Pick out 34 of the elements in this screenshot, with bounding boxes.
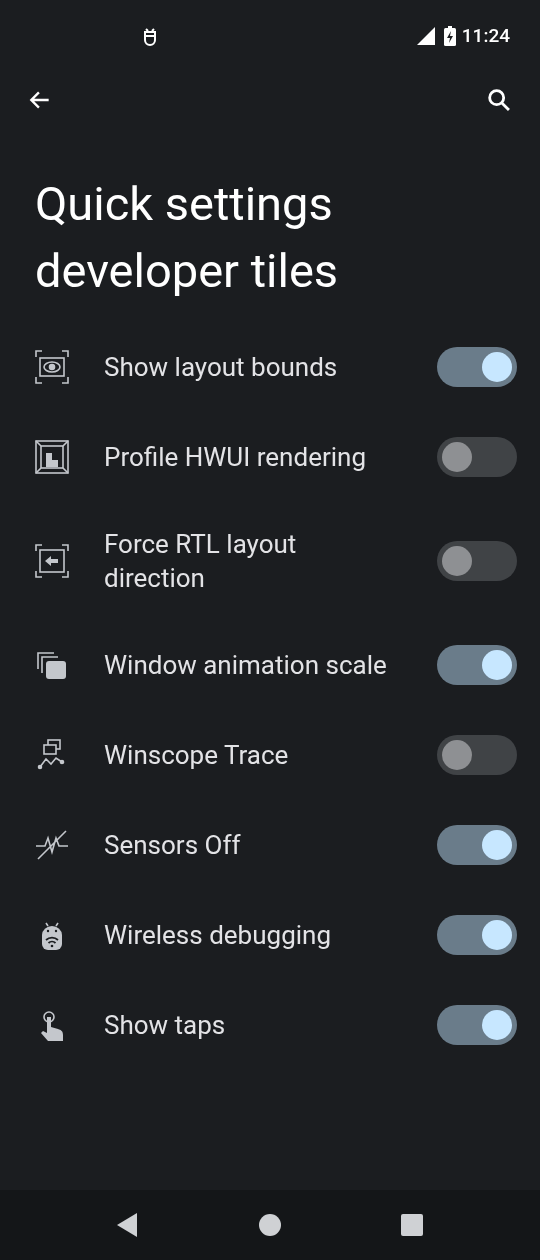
tile-label: Show taps bbox=[104, 1009, 227, 1042]
tile-label: Force RTL layout direction bbox=[104, 528, 298, 595]
toggle-switch[interactable] bbox=[437, 437, 517, 477]
toggle-switch[interactable] bbox=[437, 825, 517, 865]
tile-label: Sensors Off bbox=[104, 829, 242, 862]
tile-setting-row[interactable]: Force RTL layout direction bbox=[0, 502, 540, 620]
tile-label: Show layout bounds bbox=[104, 351, 339, 384]
tile-setting-row[interactable]: Profile HWUI rendering bbox=[0, 412, 540, 502]
back-nav-button[interactable] bbox=[117, 1213, 139, 1237]
battery-charging-icon bbox=[443, 26, 456, 46]
tile-label: Profile HWUI rendering bbox=[104, 441, 367, 474]
toggle-switch[interactable] bbox=[437, 645, 517, 685]
toggle-switch[interactable] bbox=[437, 347, 517, 387]
bar-chart-frame-icon bbox=[34, 439, 70, 475]
tile-label: Window animation scale bbox=[104, 649, 388, 682]
notification-icon bbox=[142, 26, 158, 46]
toggle-switch[interactable] bbox=[437, 541, 517, 581]
toggle-switch[interactable] bbox=[437, 1005, 517, 1045]
clock: 11:24 bbox=[461, 22, 510, 49]
home-nav-button[interactable] bbox=[259, 1214, 281, 1236]
toggle-switch[interactable] bbox=[437, 915, 517, 955]
tile-setting-row[interactable]: Show taps bbox=[0, 980, 540, 1070]
tile-setting-row[interactable]: Window animation scale bbox=[0, 620, 540, 710]
tile-label: Wireless debugging bbox=[104, 919, 332, 952]
eye-frame-icon bbox=[34, 349, 70, 385]
toggle-switch[interactable] bbox=[437, 735, 517, 775]
page-title: Quick settings developer tiles bbox=[34, 175, 340, 300]
signal-icon bbox=[416, 27, 437, 45]
tile-setting-row[interactable]: Wireless debugging bbox=[0, 890, 540, 980]
left-arrow-frame-icon bbox=[34, 543, 70, 579]
tile-setting-row[interactable]: Show layout bounds bbox=[0, 322, 540, 412]
tile-setting-row[interactable]: Winscope Trace bbox=[0, 710, 540, 800]
tile-label: Winscope Trace bbox=[104, 739, 290, 772]
tile-setting-row[interactable]: Sensors Off bbox=[0, 800, 540, 890]
